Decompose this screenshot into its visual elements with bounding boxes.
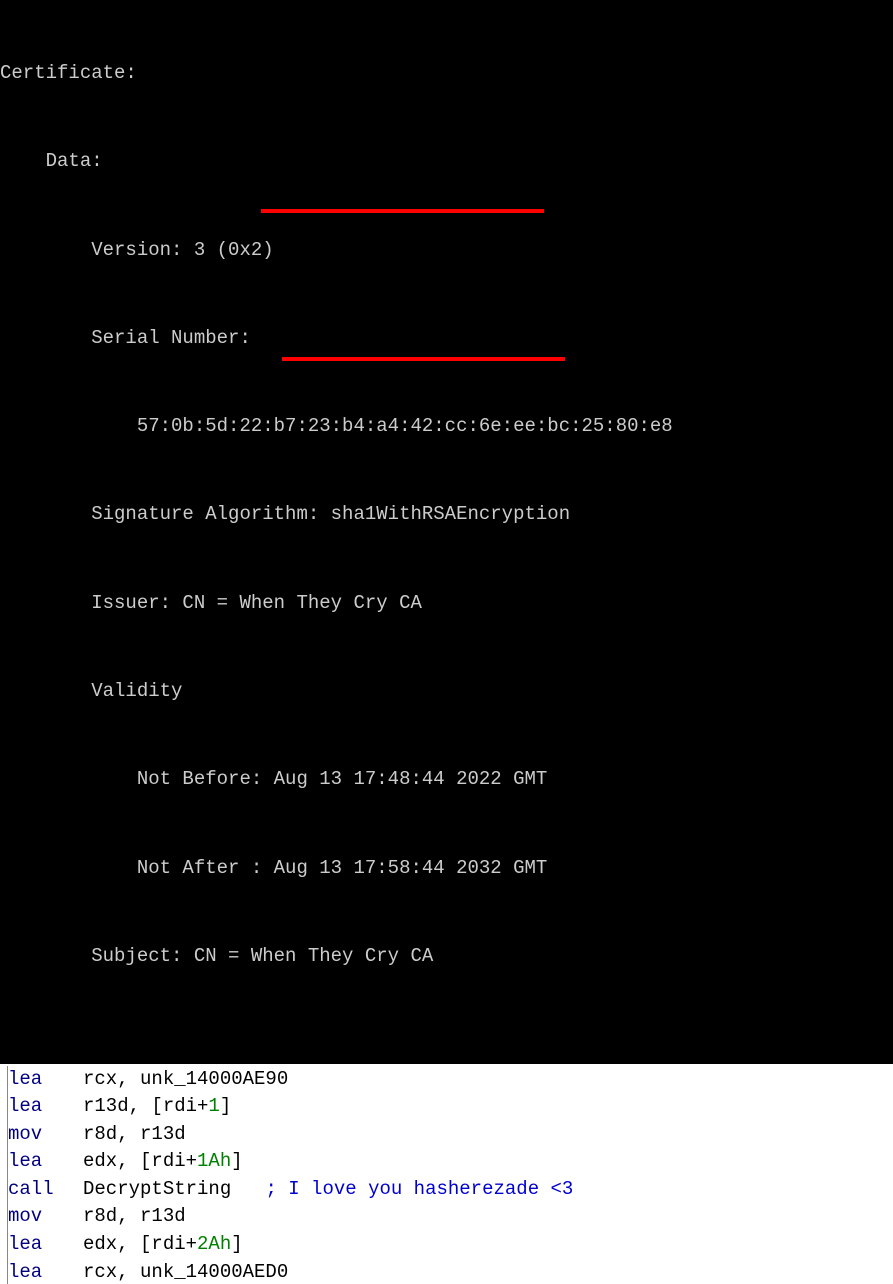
- cert-line: Validity: [0, 677, 893, 706]
- cert-line-issuer: Issuer: CN = When They Cry CA: [0, 589, 893, 618]
- operand-part: edx, [rdi+: [83, 1150, 197, 1172]
- annotation-underline-subject: [282, 357, 565, 361]
- cert-line: Signature Algorithm: sha1WithRSAEncrypti…: [0, 500, 893, 529]
- cert-line: Data:: [0, 147, 893, 176]
- operand-part: DecryptString: [83, 1178, 231, 1200]
- operand-part: ]: [231, 1233, 242, 1255]
- mnemonic: lea: [8, 1066, 83, 1094]
- annotation-underline-issuer: [261, 209, 544, 213]
- operand-part: r8d, r13d: [83, 1123, 186, 1145]
- cert-line: Not Before: Aug 13 17:48:44 2022 GMT: [0, 765, 893, 794]
- operand-part: r13d, [rdi+: [83, 1095, 208, 1117]
- gutter: [0, 1066, 8, 1094]
- disasm-row: learcx, unk_14000AE90: [0, 1066, 893, 1094]
- operand-part: [231, 1178, 265, 1200]
- cert-line: 57:0b:5d:22:b7:23:b4:a4:42:cc:6e:ee:bc:2…: [0, 412, 893, 441]
- operands: rcx, unk_14000AED0: [83, 1259, 288, 1284]
- operand-part: rcx, unk_14000AE90: [83, 1068, 288, 1090]
- gutter: [0, 1203, 8, 1231]
- operands: r8d, r13d: [83, 1121, 186, 1149]
- operands: edx, [rdi+2Ah]: [83, 1231, 243, 1259]
- disassembly-listing: learcx, unk_14000AE90lear13d, [rdi+1]mov…: [0, 1064, 893, 1284]
- gutter: [0, 1093, 8, 1121]
- disasm-row: callDecryptString ; I love you hashereza…: [0, 1176, 893, 1204]
- operand-part: rcx, unk_14000AED0: [83, 1261, 288, 1283]
- cert-line: Version: 3 (0x2): [0, 236, 893, 265]
- operands: DecryptString ; I love you hasherezade <…: [83, 1176, 573, 1204]
- mnemonic: mov: [8, 1203, 83, 1231]
- mnemonic: lea: [8, 1231, 83, 1259]
- gutter: [0, 1176, 8, 1204]
- disasm-row: leaedx, [rdi+2Ah]: [0, 1231, 893, 1259]
- mnemonic: lea: [8, 1148, 83, 1176]
- mnemonic: lea: [8, 1093, 83, 1121]
- disasm-row: learcx, unk_14000AED0: [0, 1259, 893, 1284]
- operands: rcx, unk_14000AE90: [83, 1066, 288, 1094]
- operand-part: 1Ah: [197, 1150, 231, 1172]
- operand-part: ]: [231, 1150, 242, 1172]
- gutter: [0, 1259, 8, 1284]
- operands: edx, [rdi+1Ah]: [83, 1148, 243, 1176]
- disasm-row: leaedx, [rdi+1Ah]: [0, 1148, 893, 1176]
- disasm-row: movr8d, r13d: [0, 1121, 893, 1149]
- operand-part: 2Ah: [197, 1233, 231, 1255]
- operand-part: r8d, r13d: [83, 1205, 186, 1227]
- mnemonic: lea: [8, 1259, 83, 1284]
- mnemonic: call: [8, 1176, 83, 1204]
- operand-part: ]: [220, 1095, 231, 1117]
- mnemonic: mov: [8, 1121, 83, 1149]
- operand-part: edx, [rdi+: [83, 1233, 197, 1255]
- cert-line: Serial Number:: [0, 324, 893, 353]
- cert-line: Certificate:: [0, 59, 893, 88]
- terminal-output: Certificate: Data: Version: 3 (0x2) Seri…: [0, 0, 893, 1064]
- disasm-row: movr8d, r13d: [0, 1203, 893, 1231]
- cert-line-subject: Subject: CN = When They Cry CA: [0, 942, 893, 971]
- gutter: [0, 1231, 8, 1259]
- operand-part: 1: [208, 1095, 219, 1117]
- operand-part: ; I love you hasherezade <3: [265, 1178, 573, 1200]
- disasm-row: lear13d, [rdi+1]: [0, 1093, 893, 1121]
- cert-line: Not After : Aug 13 17:58:44 2032 GMT: [0, 854, 893, 883]
- operands: r8d, r13d: [83, 1203, 186, 1231]
- gutter: [0, 1121, 8, 1149]
- operands: r13d, [rdi+1]: [83, 1093, 231, 1121]
- gutter: [0, 1148, 8, 1176]
